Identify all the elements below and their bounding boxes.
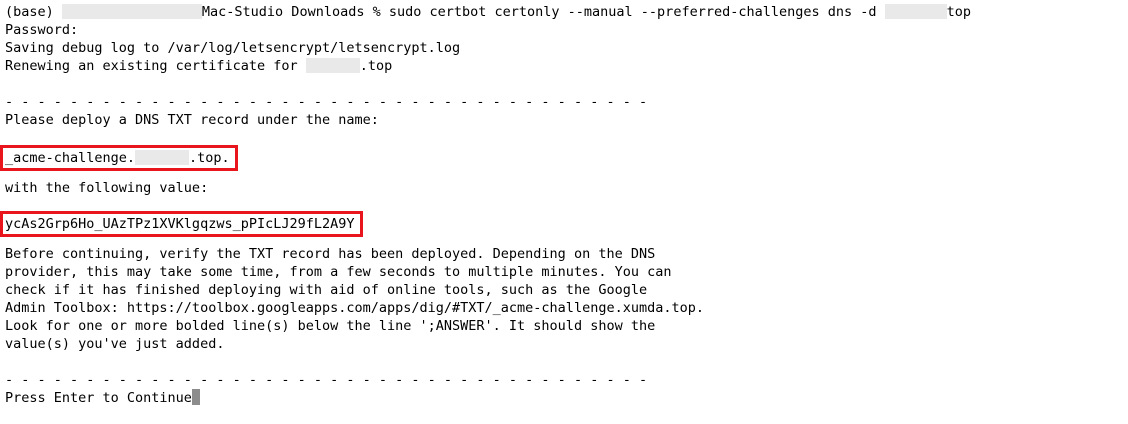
renewing-suffix: .top	[359, 58, 393, 74]
renewing-prefix: Renewing an existing certificate for	[5, 58, 306, 74]
info-line: Look for one or more bolded line(s) belo…	[5, 318, 656, 334]
continue-prompt: Press Enter to Continue	[5, 390, 192, 406]
record-name-prefix: _acme-challenge.	[5, 150, 136, 166]
txt-value: ycAs2Grp6Ho_UAzTPz1XVKlgqzws_pPIcLJ29fL2…	[5, 216, 355, 232]
command-suffix: top	[946, 4, 972, 20]
password-line: Password:	[5, 22, 79, 38]
txt-value-highlight: ycAs2Grp6Ho_UAzTPz1XVKlgqzws_pPIcLJ29fL2…	[0, 211, 363, 237]
prompt-prefix: (base)	[5, 4, 62, 20]
info-line: Admin Toolbox: https://toolbox.googleapp…	[5, 300, 704, 316]
following-value-line: with the following value:	[5, 180, 209, 196]
txt-value-line: ycAs2Grp6Ho_UAzTPz1XVKlgqzws_pPIcLJ29fL2…	[0, 211, 1125, 237]
command-text: sudo certbot certonly --manual --preferr…	[388, 4, 885, 20]
prompt-line: (base) Mac-Studio Downloads % sudo certb…	[5, 3, 1125, 21]
debug-log-line: Saving debug log to /var/log/letsencrypt…	[5, 40, 461, 56]
info-line: provider, this may take some time, from …	[5, 264, 672, 280]
info-line: check if it has finished deploying with …	[5, 282, 648, 298]
redacted-domain	[884, 3, 947, 19]
deploy-instruction-line: Please deploy a DNS TXT record under the…	[5, 112, 379, 128]
renewing-line: Renewing an existing certificate for .to…	[5, 57, 1125, 75]
continue-prompt-line[interactable]: Press Enter to Continue	[5, 388, 1125, 407]
redacted-domain	[135, 149, 190, 165]
record-name-line: _acme-challenge. .top.	[0, 145, 1125, 171]
separator-line: - - - - - - - - - - - - - - - - - - - - …	[5, 94, 648, 110]
redacted-username	[61, 3, 202, 19]
info-line: value(s) you've just added.	[5, 336, 225, 352]
redacted-domain	[305, 57, 360, 73]
info-line: Before continuing, verify the TXT record…	[5, 246, 656, 262]
record-name-suffix: .top.	[189, 150, 230, 166]
record-name-highlight: _acme-challenge. .top.	[0, 145, 238, 171]
separator-line: - - - - - - - - - - - - - - - - - - - - …	[5, 372, 648, 388]
text-cursor	[191, 388, 200, 405]
terminal-window[interactable]: (base) Mac-Studio Downloads % sudo certb…	[0, 3, 1125, 407]
prompt-host: Mac-Studio Downloads %	[201, 4, 389, 20]
